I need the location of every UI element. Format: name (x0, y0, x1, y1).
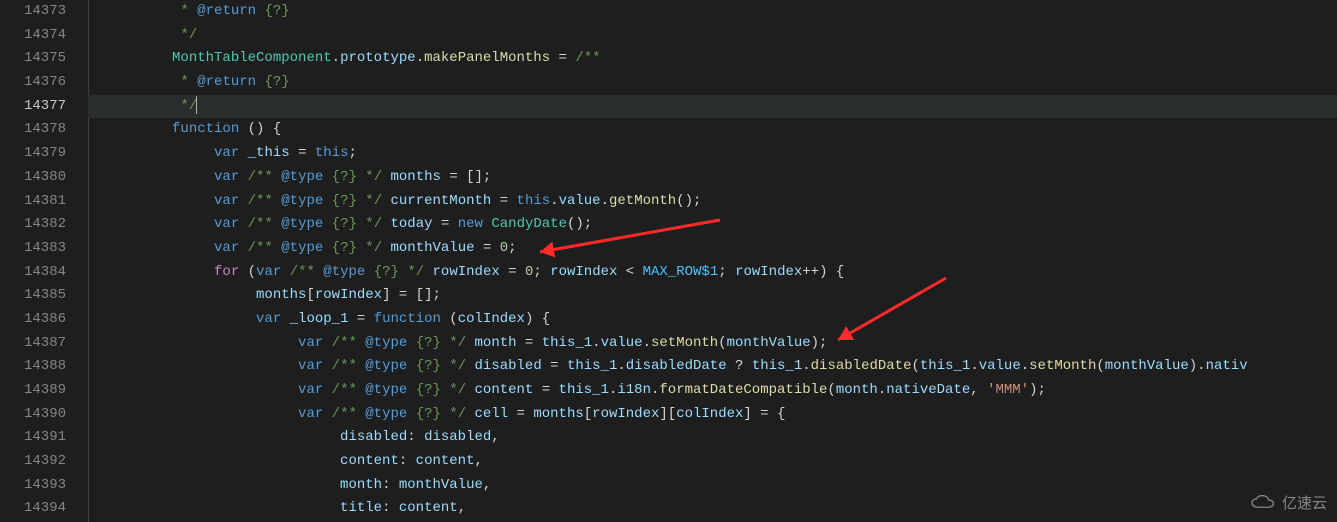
code-line[interactable]: var /** @type {?} */ cell = months[rowIn… (88, 403, 1337, 427)
line-number: 14389 (0, 379, 66, 403)
code-line[interactable]: var /** @type {?} */ currentMonth = this… (88, 190, 1337, 214)
line-number: 14379 (0, 142, 66, 166)
code-line[interactable]: * @return {?} (88, 0, 1337, 24)
watermark: 亿速云 (1250, 492, 1327, 516)
code-line[interactable]: var /** @type {?} */ month = this_1.valu… (88, 332, 1337, 356)
code-line[interactable]: function () { (88, 118, 1337, 142)
code-line[interactable]: MonthTableComponent.prototype.makePanelM… (88, 47, 1337, 71)
code-line[interactable]: title: content, (88, 497, 1337, 521)
code-line[interactable]: month: monthValue, (88, 474, 1337, 498)
line-number: 14377 (0, 95, 66, 119)
line-number: 14391 (0, 426, 66, 450)
line-number: 14390 (0, 403, 66, 427)
line-number: 14378 (0, 118, 66, 142)
code-line[interactable]: var _this = this; (88, 142, 1337, 166)
code-line[interactable]: months[rowIndex] = []; (88, 284, 1337, 308)
line-number: 14385 (0, 284, 66, 308)
code-line[interactable]: var /** @type {?} */ disabled = this_1.d… (88, 355, 1337, 379)
line-number: 14393 (0, 474, 66, 498)
line-number-gutter: 1437314374143751437614377143781437914380… (0, 0, 88, 522)
code-area[interactable]: * @return {?} */ MonthTableComponent.pro… (88, 0, 1337, 522)
watermark-logo-icon (1250, 495, 1276, 513)
code-line[interactable]: var _loop_1 = function (colIndex) { (88, 308, 1337, 332)
code-line[interactable]: var /** @type {?} */ monthValue = 0; (88, 237, 1337, 261)
line-number: 14384 (0, 261, 66, 285)
line-number: 14387 (0, 332, 66, 356)
line-number: 14392 (0, 450, 66, 474)
code-line[interactable]: for (var /** @type {?} */ rowIndex = 0; … (88, 261, 1337, 285)
line-number: 14388 (0, 355, 66, 379)
line-number: 14382 (0, 213, 66, 237)
code-line[interactable]: * @return {?} (88, 71, 1337, 95)
code-line[interactable]: */ (88, 24, 1337, 48)
line-number: 14373 (0, 0, 66, 24)
line-number: 14381 (0, 190, 66, 214)
code-line[interactable]: */ (88, 95, 1337, 119)
watermark-text: 亿速云 (1282, 492, 1327, 516)
code-editor[interactable]: 1437314374143751437614377143781437914380… (0, 0, 1337, 522)
text-cursor (196, 96, 197, 114)
code-line[interactable]: var /** @type {?} */ today = new CandyDa… (88, 213, 1337, 237)
code-line[interactable]: content: content, (88, 450, 1337, 474)
code-line[interactable]: var /** @type {?} */ content = this_1.i1… (88, 379, 1337, 403)
line-number: 14376 (0, 71, 66, 95)
line-number: 14375 (0, 47, 66, 71)
line-number: 14374 (0, 24, 66, 48)
line-number: 14383 (0, 237, 66, 261)
code-line[interactable]: var /** @type {?} */ months = []; (88, 166, 1337, 190)
line-number: 14380 (0, 166, 66, 190)
code-line[interactable]: disabled: disabled, (88, 426, 1337, 450)
line-number: 14394 (0, 497, 66, 521)
line-number: 14386 (0, 308, 66, 332)
